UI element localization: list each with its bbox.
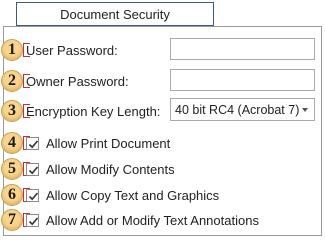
- callout-badge-3: 3: [1, 100, 23, 122]
- encryption-key-length-label: Encryption Key Length:: [26, 104, 161, 119]
- tab-label: Document Security: [60, 6, 170, 22]
- callout-badge-4: 4: [1, 132, 23, 154]
- user-password-label: User Password:: [26, 43, 118, 58]
- callout-badge-2: 2: [1, 70, 23, 92]
- checkmark-icon: [28, 166, 39, 175]
- owner-password-label: Owner Password:: [26, 74, 129, 89]
- allow-print-checkbox[interactable]: [26, 137, 39, 150]
- callout-badge-7: 7: [1, 209, 23, 231]
- callout-badge-1: 1: [1, 39, 23, 61]
- checkmark-icon: [28, 192, 39, 201]
- allow-modify-label: Allow Modify Contents: [46, 162, 175, 177]
- checkmark-icon: [28, 217, 39, 226]
- encryption-key-length-dropdown[interactable]: 40 bit RC4 (Acrobat 7): [170, 98, 315, 121]
- allow-print-label: Allow Print Document: [46, 136, 171, 151]
- allow-copy-label: Allow Copy Text and Graphics: [46, 188, 220, 203]
- allow-copy-checkbox[interactable]: [26, 189, 39, 202]
- allow-modify-checkbox[interactable]: [26, 163, 39, 176]
- user-password-input[interactable]: [170, 38, 315, 60]
- tab-document-security[interactable]: Document Security: [16, 2, 214, 26]
- chevron-down-icon[interactable]: [302, 108, 308, 112]
- owner-password-input[interactable]: [170, 69, 315, 91]
- checkmark-icon: [28, 140, 39, 149]
- allow-annotations-label: Allow Add or Modify Text Annotations: [46, 213, 259, 228]
- callout-badge-5: 5: [1, 158, 23, 180]
- encryption-key-length-value: 40 bit RC4 (Acrobat 7): [175, 102, 300, 117]
- allow-annotations-checkbox[interactable]: [26, 214, 39, 227]
- callout-badge-6: 6: [1, 184, 23, 206]
